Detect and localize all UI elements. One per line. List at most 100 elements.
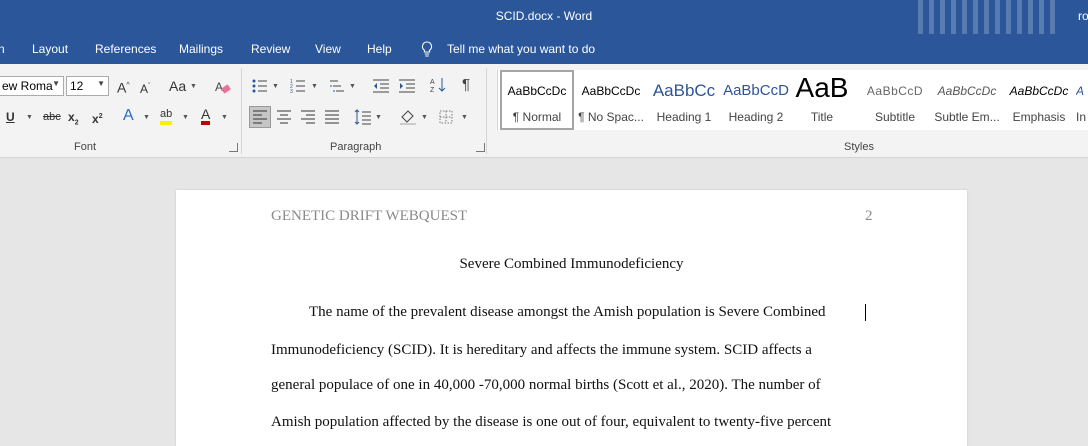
bullets-icon[interactable] <box>252 78 268 94</box>
justify-icon[interactable] <box>324 110 340 124</box>
text-cursor <box>865 304 866 321</box>
chevron-down-icon[interactable]: ▼ <box>349 83 356 90</box>
borders-icon[interactable] <box>439 110 453 124</box>
style-name: Subtitle <box>874 110 916 124</box>
style-normal[interactable]: AaBbCcDc ¶ Normal <box>500 70 574 130</box>
superscript-icon[interactable]: x2 <box>92 109 103 127</box>
text-effects-icon[interactable]: A <box>123 108 134 124</box>
style-no-spacing[interactable]: AaBbCcDc ¶ No Spac... <box>574 70 648 130</box>
styles-group-label: Styles <box>844 141 874 153</box>
line-spacing-icon[interactable] <box>354 108 372 126</box>
align-center-icon[interactable] <box>276 110 292 124</box>
document-title: Severe Combined Immunodeficiency <box>459 256 684 272</box>
style-subtle-emphasis[interactable]: AaBbCcDc Subtle Em... <box>930 70 1004 130</box>
tab-layout[interactable]: Layout <box>32 42 68 56</box>
title-bar-decoration <box>918 0 1058 34</box>
numbering-icon[interactable]: 123 <box>290 78 306 94</box>
tab-review[interactable]: Review <box>251 42 290 56</box>
multilevel-list-icon[interactable] <box>329 78 345 94</box>
style-name: Heading 2 <box>728 110 784 124</box>
group-divider <box>486 68 487 154</box>
style-preview: AaB <box>795 72 849 103</box>
style-preview: A <box>1076 84 1085 98</box>
style-heading-1[interactable]: AaBbCc Heading 1 <box>647 70 721 130</box>
style-preview: AaBbCcDc <box>1009 84 1069 98</box>
align-right-icon[interactable] <box>300 110 316 124</box>
font-dialog-launcher[interactable] <box>229 143 238 152</box>
chevron-down-icon[interactable]: ▼ <box>375 114 382 121</box>
chevron-down-icon[interactable]: ▼ <box>26 114 33 121</box>
ribbon-tabs: n Layout References Mailings Review View… <box>0 34 1088 64</box>
subscript-icon[interactable]: x2 <box>68 109 79 131</box>
style-name: ¶ No Spac... <box>578 110 644 124</box>
tell-me-search[interactable]: Tell me what you want to do <box>447 42 595 56</box>
chevron-down-icon[interactable]: ▼ <box>272 83 279 90</box>
strikethrough-icon[interactable]: abc <box>43 109 61 125</box>
tab-mailings[interactable]: Mailings <box>179 42 223 56</box>
style-name: Title <box>810 110 834 124</box>
body-line: The name of the prevalent disease amongs… <box>309 304 826 320</box>
chevron-down-icon[interactable]: ▼ <box>190 83 197 90</box>
paragraph-group-label: Paragraph <box>330 141 382 153</box>
tab-references[interactable]: References <box>95 42 156 56</box>
font-color-icon[interactable]: A <box>201 107 211 125</box>
style-preview: AaBbCcDc <box>581 84 641 98</box>
user-name[interactable]: ro <box>1078 9 1088 23</box>
group-divider <box>241 68 242 154</box>
title-bar: SCID.docx - Word ro <box>0 0 1088 34</box>
style-emphasis[interactable]: AaBbCcDc Emphasis <box>1002 70 1076 130</box>
style-heading-2[interactable]: AaBbCcD Heading 2 <box>719 70 793 130</box>
chevron-down-icon[interactable]: ▼ <box>461 114 468 121</box>
shading-icon[interactable] <box>399 108 417 126</box>
style-name: Subtle Em... <box>934 110 1000 124</box>
styles-gallery: AaBbCcDc ¶ Normal AaBbCcDc ¶ No Spac... … <box>497 70 1088 130</box>
style-name: Heading 1 <box>656 110 712 124</box>
running-head: GENETIC DRIFT WEBQUEST <box>271 208 468 224</box>
style-preview: AaBbCc <box>652 81 716 100</box>
style-title[interactable]: AaB Title <box>785 70 859 130</box>
style-preview: AaBbCcD <box>723 82 789 99</box>
svg-text:A: A <box>430 79 435 86</box>
page-number: 2 <box>865 208 873 224</box>
style-subtitle[interactable]: AaBbCcD Subtitle <box>858 70 932 130</box>
document-page[interactable]: GENETIC DRIFT WEBQUEST 2 Severe Combined… <box>176 190 967 446</box>
show-formatting-icon[interactable]: ¶ <box>462 77 470 93</box>
sort-icon[interactable]: AZ <box>430 76 446 94</box>
chevron-down-icon[interactable]: ▼ <box>97 79 105 88</box>
svg-text:3: 3 <box>290 89 293 94</box>
tab-design[interactable]: n <box>0 42 5 56</box>
font-name-value: ew Roma <box>2 79 53 93</box>
underline-icon[interactable]: U <box>6 109 15 125</box>
chevron-down-icon[interactable]: ▼ <box>52 79 60 88</box>
style-name: Emphasis <box>1012 110 1066 124</box>
font-name-box[interactable]: ew Roma ▼ <box>0 76 64 96</box>
tab-view[interactable]: View <box>315 42 341 56</box>
chevron-down-icon[interactable]: ▼ <box>182 114 189 121</box>
style-name: ¶ Normal <box>512 110 562 124</box>
body-line: Immunodeficiency (SCID). It is hereditar… <box>271 342 812 358</box>
decrease-indent-icon[interactable] <box>372 78 390 94</box>
style-preview: AaBbCcD <box>866 84 924 98</box>
chevron-down-icon[interactable]: ▼ <box>221 114 228 121</box>
clear-formatting-icon[interactable]: A <box>214 79 232 95</box>
font-size-box[interactable]: 12 ▼ <box>66 76 109 96</box>
change-case-icon[interactable]: Aa <box>169 78 186 94</box>
style-preview: AaBbCcDc <box>507 84 567 98</box>
shrink-font-icon[interactable]: Aˇ <box>140 79 150 97</box>
increase-indent-icon[interactable] <box>398 78 416 94</box>
chevron-down-icon[interactable]: ▼ <box>143 114 150 121</box>
body-line: Amish population affected by the disease… <box>271 414 832 430</box>
style-name: In <box>1076 110 1087 124</box>
tab-help[interactable]: Help <box>367 42 392 56</box>
font-size-value: 12 <box>70 79 84 93</box>
paragraph-dialog-launcher[interactable] <box>476 143 485 152</box>
chevron-down-icon[interactable]: ▼ <box>421 114 428 121</box>
style-intense-emphasis[interactable]: A In <box>1076 70 1088 130</box>
style-preview: AaBbCcDc <box>937 84 997 98</box>
align-left-icon[interactable] <box>252 110 268 124</box>
body-line: general populace of one in 40,000 -70,00… <box>271 377 821 393</box>
grow-font-icon[interactable]: A^ <box>117 78 130 96</box>
lightbulb-icon[interactable] <box>421 41 433 57</box>
chevron-down-icon[interactable]: ▼ <box>311 83 318 90</box>
highlight-icon[interactable]: ab <box>160 107 173 125</box>
